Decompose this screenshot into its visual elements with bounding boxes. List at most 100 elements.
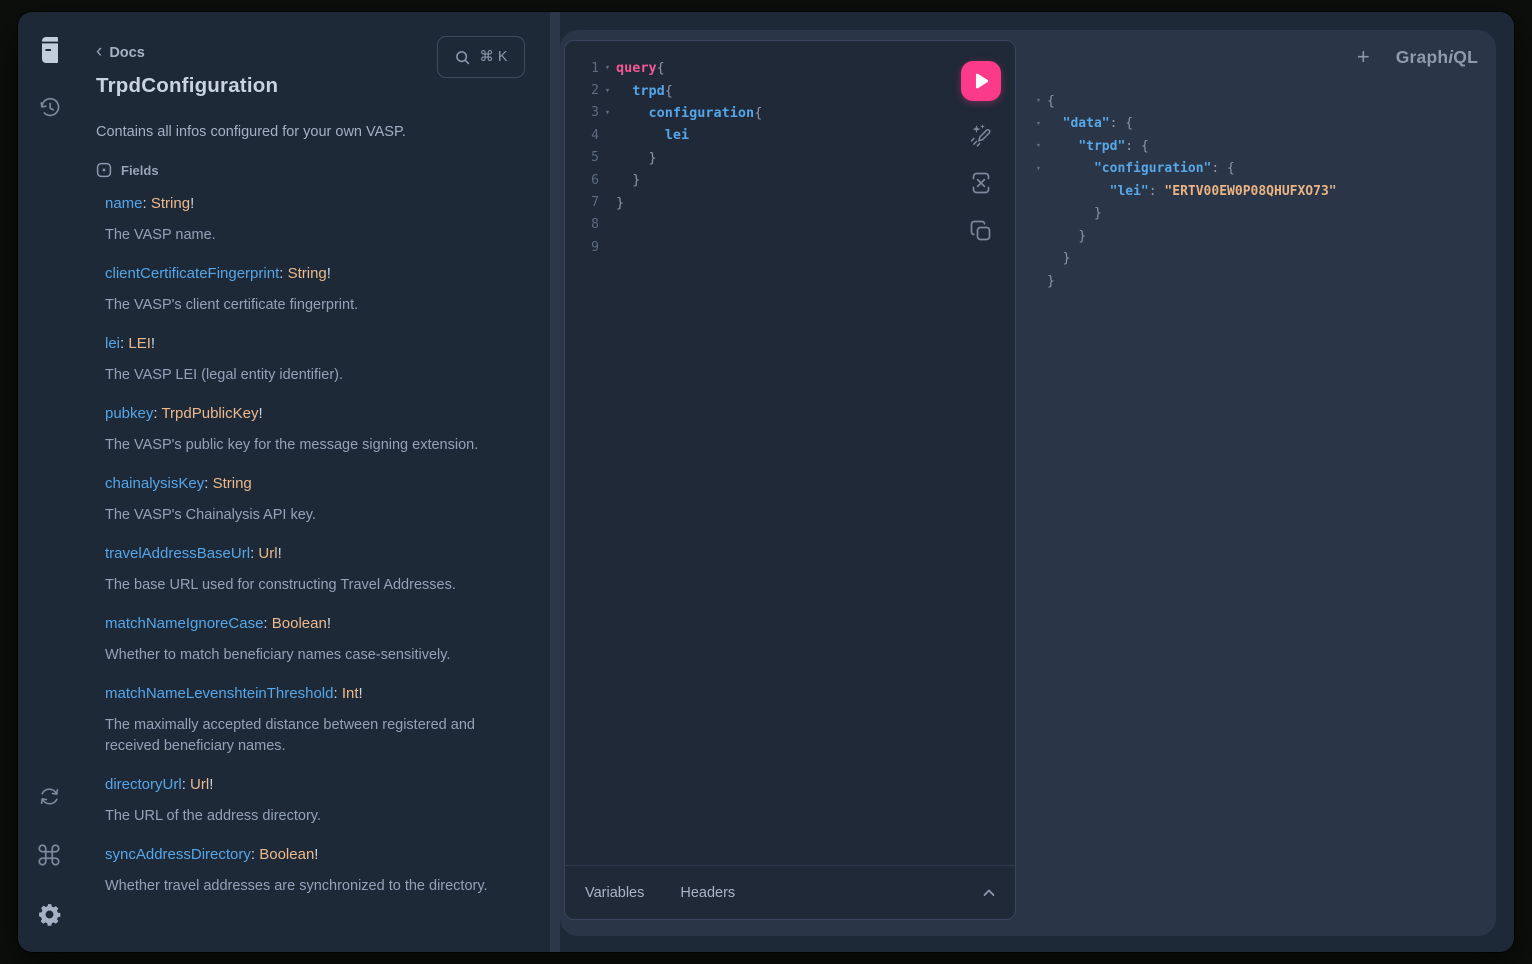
field-description: The VASP name. [105,225,505,246]
merge-fragments-button[interactable] [967,169,995,197]
code-line: 5 } [565,147,1015,169]
refetch-schema-button[interactable] [35,782,63,810]
docs-resize-divider[interactable] [550,12,560,952]
field-type-link[interactable]: TrpdPublicKey [161,405,258,422]
code-line: ▾ "data": { [1030,113,1496,136]
code-text: } [1047,206,1102,221]
history-plugin-button[interactable] [35,93,63,121]
fold-arrow-icon[interactable]: ▾ [599,63,616,73]
field-name-link[interactable]: lei [105,335,120,352]
line-number: 3 [565,105,599,120]
token: "data" [1063,116,1110,131]
gear-icon [37,902,62,927]
field-type-link[interactable]: String [151,195,190,212]
indent [1047,251,1063,266]
field-colon: : [251,846,259,863]
tab-variables[interactable]: Variables [585,885,644,901]
chevron-up-icon [981,885,997,901]
token: "lei" [1110,184,1149,199]
response-panel: + GraphiQL ▾{▾ "data": {▾ "trpd": {▾ "co… [1030,30,1496,936]
code-text: "data": { [1047,116,1133,131]
field-description: The maximally accepted distance between … [105,715,505,757]
field-required-mark: ! [314,846,318,863]
add-tab-button[interactable]: + [1357,46,1370,68]
field-item: matchNameIgnoreCase: Boolean!Whether to … [105,615,524,666]
code-text: trpd{ [616,83,673,99]
query-editor[interactable]: 1▾query{2▾ trpd{3▾ configuration{4 lei5 … [565,41,1015,865]
field-colon: : [182,776,190,793]
field-type-link[interactable]: Url [258,545,277,562]
token: : [1211,161,1227,176]
field-type-link[interactable]: String [213,475,252,492]
prettify-icon [967,121,995,149]
tab-headers[interactable]: Headers [680,885,735,901]
field-description: Whether to match beneficiary names case-… [105,645,505,666]
fields-list: name: String! The VASP name. clientCertifi… [96,195,524,897]
editor-toolbar [961,61,1001,245]
field-type-link[interactable]: Boolean [272,615,327,632]
indent [616,83,632,99]
line-number: 5 [565,150,599,165]
code-line: } [1030,225,1496,248]
field-description: The URL of the address directory. [105,806,505,827]
token: } [1047,274,1055,289]
field-item: matchNameLevenshteinThreshold: Int! The m… [105,685,524,757]
docs-plugin-button[interactable] [35,36,63,64]
field-colon: : [333,685,341,702]
execute-query-button[interactable] [961,61,1001,101]
field-name-link[interactable]: travelAddressBaseUrl [105,545,250,562]
field-name-link[interactable]: syncAddressDirectory [105,846,251,863]
keyboard-shortcuts-button[interactable] [35,841,63,869]
line-number: 1 [565,61,599,76]
token: "trpd" [1078,139,1125,154]
code-line: 6 } [565,169,1015,191]
field-description: The VASP's client certificate fingerprin… [105,295,505,316]
token: } [616,195,624,211]
field-item: syncAddressDirectory: Boolean!Whether tr… [105,846,524,897]
code-line: ▾ "configuration": { [1030,158,1496,181]
graphiql-logo: GraphiQL [1396,47,1478,68]
fold-arrow-icon[interactable]: ▾ [599,86,616,96]
fold-arrow-icon[interactable]: ▾ [1030,119,1047,129]
field-name-link[interactable]: directoryUrl [105,776,182,793]
field-signature: pubkey: TrpdPublicKey! [105,405,524,422]
field-name-link[interactable]: matchNameIgnoreCase [105,615,263,632]
session-header: + GraphiQL [1030,30,1496,68]
field-type-link[interactable]: LEI [128,335,151,352]
field-type-link[interactable]: String [288,265,327,282]
search-input[interactable]: ⌘ K [437,36,525,78]
line-number: 7 [565,195,599,210]
fold-arrow-icon[interactable]: ▾ [1030,164,1047,174]
search-shortcut-label: ⌘ K [479,49,507,65]
line-number: 2 [565,83,599,98]
code-text: } [1047,251,1070,266]
indent [1047,206,1094,221]
token: configuration [649,105,755,121]
copy-query-button[interactable] [967,217,995,245]
field-required-mark: ! [190,195,194,212]
field-name-link[interactable]: pubkey [105,405,153,422]
indent [616,105,649,121]
token: : [1110,116,1126,131]
field-name-link[interactable]: clientCertificateFingerprint [105,265,279,282]
code-line: 3▾ configuration{ [565,102,1015,124]
collapse-tools-button[interactable] [981,885,997,901]
field-name-link[interactable]: chainalysisKey [105,475,204,492]
field-type-link[interactable]: Url [190,776,209,793]
prettify-query-button[interactable] [967,121,995,149]
fold-arrow-icon[interactable]: ▾ [599,108,616,118]
fold-arrow-icon[interactable]: ▾ [1030,141,1047,151]
code-text: lei [616,127,689,143]
docs-type-description: Contains all infos configured for your o… [96,124,524,140]
field-required-mark: ! [278,545,282,562]
settings-button[interactable] [35,900,63,928]
fold-arrow-icon[interactable]: ▾ [1030,96,1047,106]
field-name-link[interactable]: matchNameLevenshteinThreshold [105,685,333,702]
field-type-link[interactable]: Int [342,685,359,702]
token: lei [665,127,689,143]
field-type-link[interactable]: Boolean [259,846,314,863]
field-name-link[interactable]: name [105,195,143,212]
token: { [665,83,673,99]
token: } [1078,229,1086,244]
field-required-mark: ! [359,685,363,702]
